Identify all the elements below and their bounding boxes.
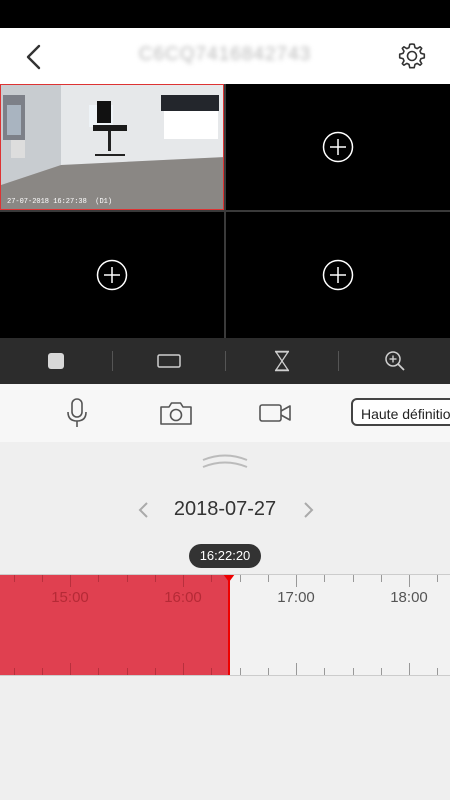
camera-tile-empty[interactable] [226, 84, 450, 210]
timeline-tick [437, 575, 438, 582]
microphone-button[interactable] [52, 384, 102, 442]
timeline-tick [296, 575, 297, 587]
timeline-tick [42, 575, 43, 582]
timeline-tick [155, 668, 156, 675]
timeline-tick [183, 575, 184, 587]
timeline-tick [240, 668, 241, 675]
next-date-chevron-icon[interactable] [298, 498, 318, 522]
record-video-button[interactable] [248, 384, 302, 442]
timeline-tick [268, 668, 269, 675]
gear-icon[interactable] [396, 40, 428, 72]
timer-button[interactable] [226, 338, 338, 384]
camera-grid: 27-07-2018 16:27:38 (D1) [0, 84, 450, 338]
camera-channel-label: D1 [99, 198, 108, 206]
date-selector: 2018-07-27 [0, 492, 450, 528]
camera-tile-empty[interactable] [226, 212, 450, 338]
snapshot-camera-icon [160, 402, 192, 425]
timeline-tick [70, 663, 71, 675]
timeline-tick [98, 668, 99, 675]
stop-button[interactable] [0, 338, 112, 384]
stop-square-icon [48, 353, 64, 369]
hour-label: 16:00 [164, 589, 202, 606]
timeline-tick [211, 668, 212, 675]
playhead-marker[interactable] [223, 575, 235, 582]
hour-label: 15:00 [51, 589, 89, 606]
zoom-in-icon [385, 351, 405, 371]
status-bar [0, 0, 450, 28]
view-toolbar [0, 338, 450, 384]
timeline-tick [268, 575, 269, 582]
timeline-tick [353, 668, 354, 675]
timeline-tick [98, 575, 99, 582]
timeline-tick [70, 575, 71, 587]
timeline-tick [14, 668, 15, 675]
camera-feed[interactable]: 27-07-2018 16:27:38 (D1) [0, 84, 224, 210]
timeline-tick [127, 668, 128, 675]
zoom-button[interactable] [339, 338, 450, 384]
timeline-tick [353, 575, 354, 582]
single-view-button[interactable] [113, 338, 225, 384]
snapshot-button[interactable] [150, 384, 202, 442]
timeline-tick [437, 668, 438, 675]
action-bar: Haute définition [0, 384, 450, 442]
grid-divider [0, 210, 450, 212]
prev-date-chevron-icon[interactable] [134, 498, 154, 522]
collapse-handle-icon[interactable] [200, 452, 250, 470]
camera-tile-active[interactable]: 27-07-2018 16:27:38 (D1) [0, 84, 224, 210]
camera-feed-image [1, 85, 223, 209]
timeline-tick [296, 663, 297, 675]
timeline-tick [409, 575, 410, 587]
timeline-tick [42, 668, 43, 675]
timeline-tick [381, 575, 382, 582]
timeline-tick [183, 663, 184, 675]
hourglass-icon [274, 350, 290, 372]
single-view-rect-icon [157, 354, 181, 368]
playback-timeline[interactable]: 15:00 16:00 17:00 18:00 [0, 574, 450, 676]
hour-label: 17:00 [277, 589, 315, 606]
current-date: 2018-07-27 [173, 498, 277, 520]
plus-circle-icon[interactable] [96, 259, 128, 291]
quality-selector[interactable]: Haute définition [351, 398, 450, 426]
camera-time-text: 27-07-2018 16:27:38 [7, 198, 87, 206]
plus-circle-icon[interactable] [322, 131, 354, 163]
microphone-icon [67, 398, 87, 427]
top-bar: C6CQ7416842743 [0, 28, 450, 84]
timeline-tick [409, 663, 410, 675]
timeline-tick [155, 575, 156, 582]
camera-tile-empty[interactable] [0, 212, 224, 338]
timeline-tick [324, 575, 325, 582]
current-time-badge: 16:22:20 [189, 544, 261, 568]
timeline-tick [240, 575, 241, 582]
hour-label: 18:00 [390, 589, 428, 606]
back-chevron-icon[interactable] [20, 42, 50, 72]
playhead-line[interactable] [228, 575, 230, 675]
record-video-icon [259, 404, 291, 422]
timeline-tick [324, 668, 325, 675]
timeline-tick [127, 575, 128, 582]
device-title: C6CQ7416842743 [138, 44, 312, 65]
camera-timestamp: 27-07-2018 16:27:38 (D1) [7, 198, 113, 206]
timeline-tick [381, 668, 382, 675]
plus-circle-icon[interactable] [322, 259, 354, 291]
timeline-tick [14, 575, 15, 582]
timeline-tick [211, 575, 212, 582]
